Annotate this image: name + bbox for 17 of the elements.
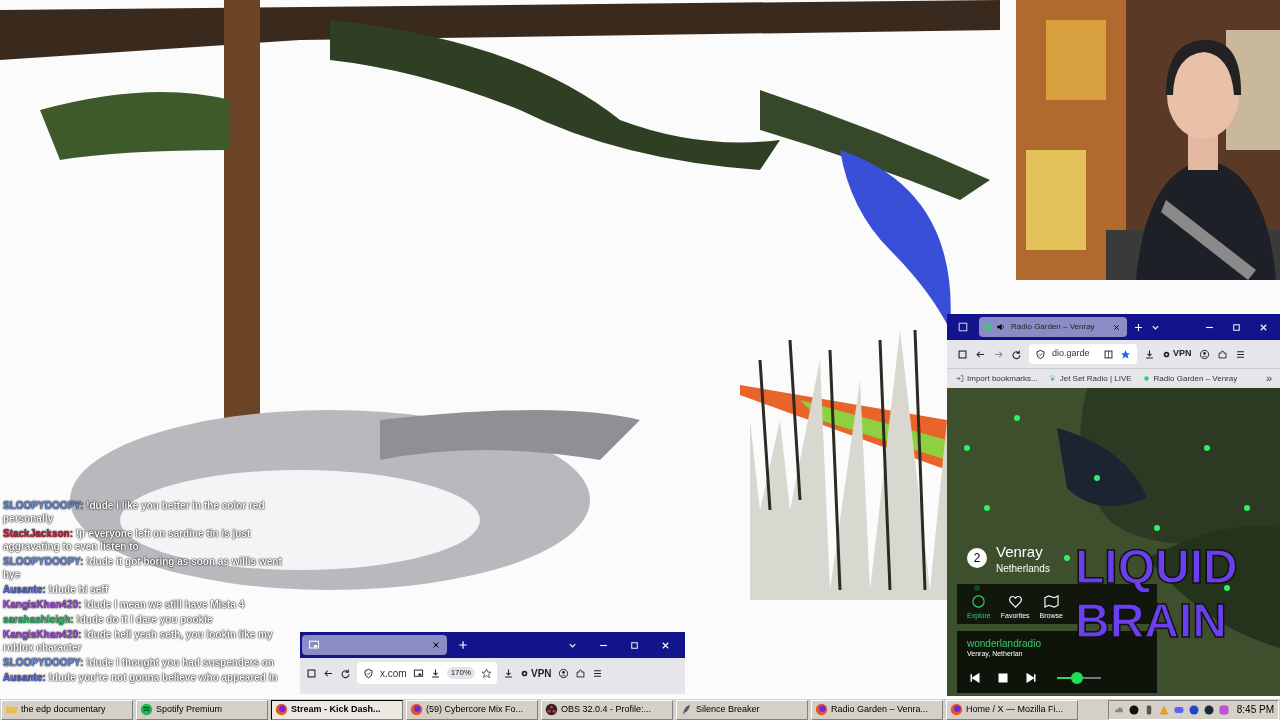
browser-icon <box>950 703 963 716</box>
feather-icon <box>680 703 693 716</box>
taskbar-button[interactable]: Home / X — Mozilla Fi... <box>946 699 1078 720</box>
taskbar-button[interactable]: OBS 32.0.4 - Profile:... <box>541 699 673 720</box>
taskbar-button[interactable]: Stream - Kick Dash... <box>271 699 403 720</box>
browser-icon <box>275 703 288 716</box>
taskbar-button[interactable]: (59) Cybercore Mix Fo... <box>406 699 538 720</box>
folder-icon <box>5 703 18 716</box>
taskbar-button[interactable]: Silence Breaker <box>676 699 808 720</box>
taskbar-button[interactable]: the edp documentary <box>1 699 133 720</box>
clock-text: 8:45 PM <box>1236 703 1274 717</box>
taskbar-button[interactable]: Radio Garden – Venra... <box>811 699 943 720</box>
taskbar-button[interactable]: Spotify Premium <box>136 699 268 720</box>
music-icon <box>140 703 153 716</box>
recorder-icon <box>545 703 558 716</box>
browser-icon <box>410 703 423 716</box>
browser-icon <box>815 703 828 716</box>
